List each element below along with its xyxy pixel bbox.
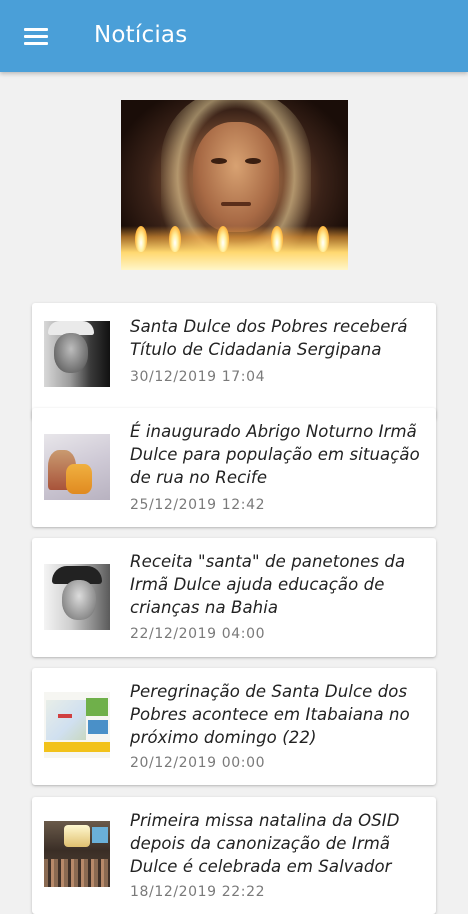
news-date: 22/12/2019 04:00 (130, 626, 266, 642)
news-title: Peregrinação de Santa Dulce dos Pobres a… (130, 682, 410, 747)
news-title: Receita "santa" de panetones da Irmã Dul… (130, 552, 406, 617)
news-title: É inaugurado Abrigo Noturno Irmã Dulce p… (130, 422, 420, 487)
news-title: Santa Dulce dos Pobres receberá Título d… (130, 317, 408, 359)
header-image (121, 100, 348, 270)
news-thumbnail (44, 564, 110, 630)
news-thumbnail (44, 321, 110, 387)
hamburger-menu-icon[interactable] (16, 16, 56, 56)
news-item[interactable]: Primeira missa natalina da OSID depois d… (32, 797, 436, 914)
news-date: 25/12/2019 12:42 (130, 497, 266, 513)
news-item[interactable]: Santa Dulce dos Pobres receberá Título d… (32, 303, 436, 420)
page-title: Notícias (94, 22, 188, 48)
news-item[interactable]: Peregrinação de Santa Dulce dos Pobres a… (32, 668, 436, 785)
news-date: 20/12/2019 00:00 (130, 755, 266, 771)
news-item[interactable]: É inaugurado Abrigo Noturno Irmã Dulce p… (32, 408, 436, 527)
news-item[interactable]: Receita "santa" de panetones da Irmã Dul… (32, 538, 436, 657)
news-date: 18/12/2019 22:22 (130, 884, 266, 900)
app-bar: Notícias (0, 0, 468, 72)
news-date: 30/12/2019 17:04 (130, 369, 266, 385)
news-thumbnail (44, 692, 110, 758)
news-thumbnail (44, 434, 110, 500)
news-thumbnail (44, 821, 110, 887)
news-title: Primeira missa natalina da OSID depois d… (130, 811, 400, 876)
